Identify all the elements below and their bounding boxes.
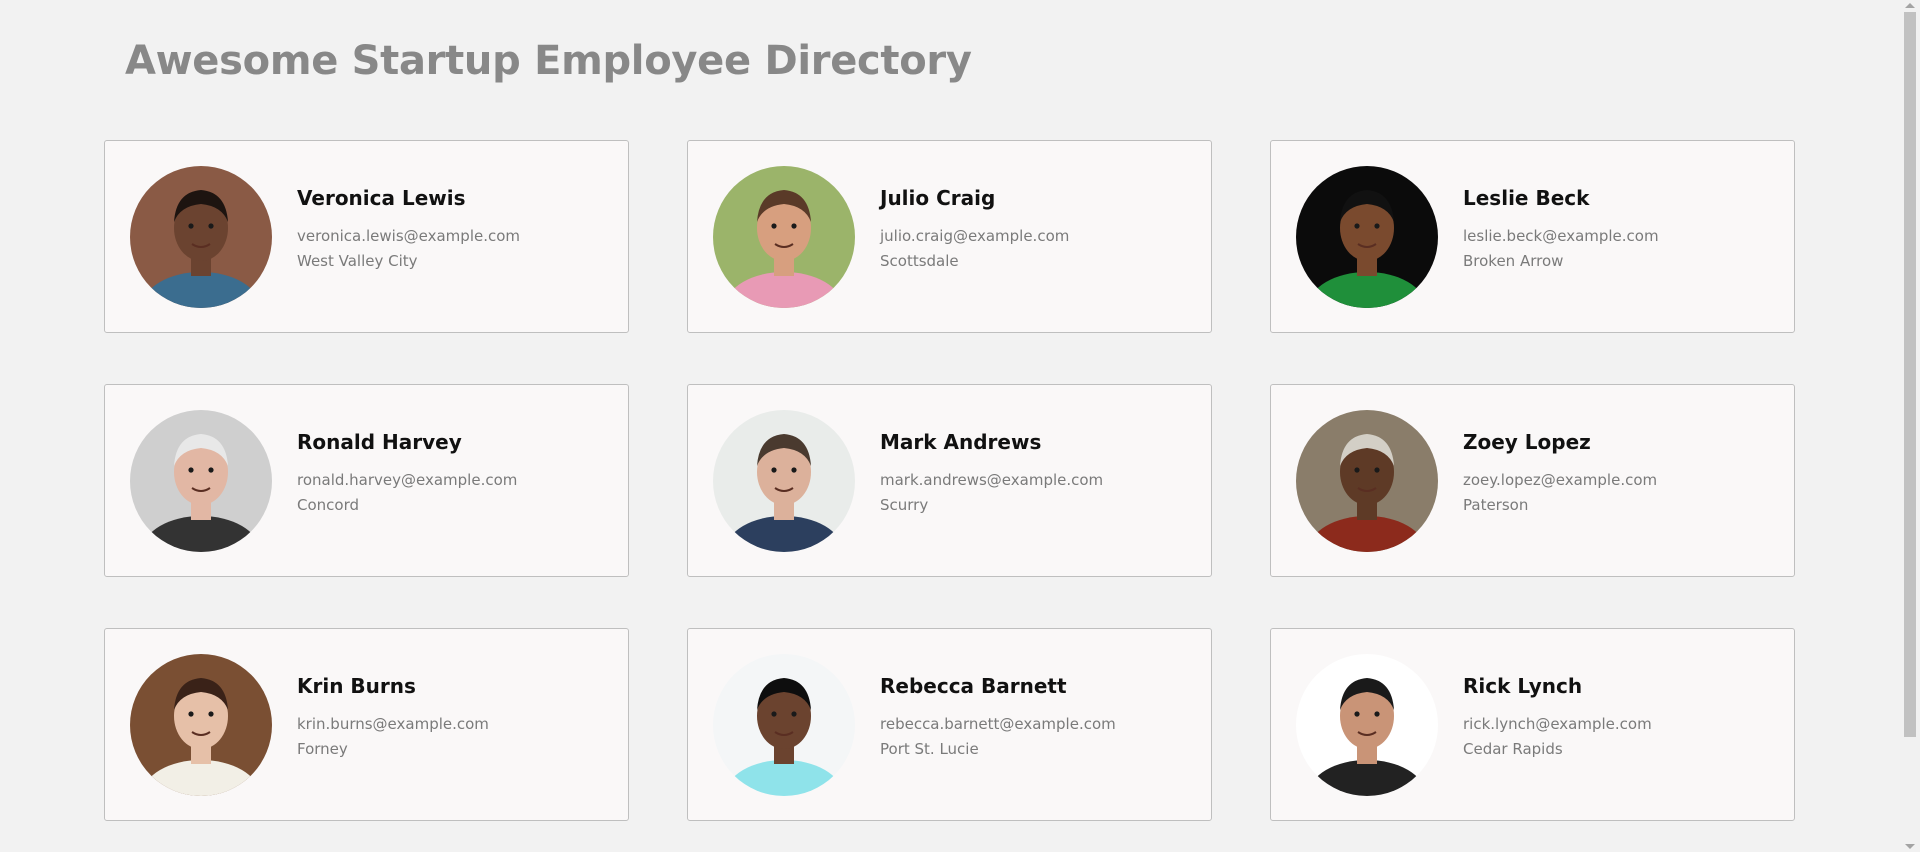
employee-info: Julio Craig julio.craig@example.com Scotts… — [880, 186, 1069, 274]
employee-info: Ronald Harvey ronald.harvey@example.com Co… — [297, 430, 517, 518]
employee-name: Mark Andrews — [880, 429, 1042, 454]
employee-city: Scurry — [880, 495, 929, 514]
employee-card[interactable]: Veronica Lewis veronica.lewis@example.com… — [104, 140, 629, 333]
employee-name: Zoey Lopez — [1463, 429, 1591, 454]
employee-name: Julio Craig — [880, 185, 996, 210]
employee-city: Cedar Rapids — [1463, 739, 1563, 758]
employee-avatar — [713, 409, 855, 552]
employee-name: Rick Lynch — [1463, 673, 1583, 698]
employee-city: West Valley City — [297, 251, 418, 270]
employee-email: rick.lynch@example.com — [1463, 714, 1652, 733]
employee-avatar — [1296, 653, 1438, 796]
employee-name: Veronica Lewis — [297, 185, 466, 210]
employee-avatar — [130, 653, 272, 796]
employee-email: veronica.lewis@example.com — [297, 226, 521, 245]
employee-card[interactable]: Leslie Beck leslie.beck@example.com Broken… — [1270, 140, 1795, 333]
employee-city: Concord — [297, 495, 360, 514]
scrollbar-thumb[interactable] — [1904, 12, 1916, 737]
employee-info: Mark Andrews mark.andrews@example.com Scur… — [880, 430, 1103, 518]
employee-name: Krin Burns — [297, 673, 416, 698]
scroll-up-arrow-icon[interactable] — [1905, 3, 1915, 8]
directory-page: Awesome Startup Employee Directory Veron… — [0, 0, 1920, 852]
employee-email: ronald.harvey@example.com — [297, 470, 518, 489]
employee-info: Krin Burns krin.burns@example.com Forney — [297, 674, 489, 762]
employee-email: julio.craig@example.com — [880, 226, 1070, 245]
employee-avatar — [130, 165, 272, 308]
employee-email: rebecca.barnett@example.com — [880, 714, 1116, 733]
employee-card[interactable]: Zoey Lopez zoey.lopez@example.com Paterson — [1270, 384, 1795, 577]
employee-card[interactable]: Krin Burns krin.burns@example.com Forney — [104, 628, 629, 821]
employee-card[interactable]: Rebecca Barnett rebecca.barnett@example.c… — [687, 628, 1212, 821]
employee-city: Paterson — [1463, 495, 1529, 514]
employee-email: zoey.lopez@example.com — [1463, 470, 1658, 489]
employee-info: Rick Lynch rick.lynch@example.com Cedar Ra… — [1463, 674, 1652, 762]
employee-info: Rebecca Barnett rebecca.barnett@example.c… — [880, 674, 1116, 762]
employee-card[interactable]: Julio Craig julio.craig@example.com Scotts… — [687, 140, 1212, 333]
employee-card[interactable]: Ronald Harvey ronald.harvey@example.com Co… — [104, 384, 629, 577]
employee-name: Ronald Harvey — [297, 429, 462, 454]
employee-avatar — [1296, 165, 1438, 308]
page-title: Awesome Startup Employee Directory — [125, 38, 972, 84]
employee-avatar — [1296, 409, 1438, 552]
employee-name: Leslie Beck — [1463, 185, 1590, 210]
page-header: Awesome Startup Employee Directory — [125, 38, 972, 84]
employee-city: Port St. Lucie — [880, 739, 979, 758]
employee-email: mark.andrews@example.com — [880, 470, 1104, 489]
employee-city: Scottsdale — [880, 251, 959, 270]
employee-card[interactable]: Rick Lynch rick.lynch@example.com Cedar Ra… — [1270, 628, 1795, 821]
employee-city: Broken Arrow — [1463, 251, 1564, 270]
employee-email: leslie.beck@example.com — [1463, 226, 1659, 245]
employee-info: Leslie Beck leslie.beck@example.com Broken… — [1463, 186, 1659, 274]
employee-avatar — [130, 409, 272, 552]
employee-avatar — [713, 165, 855, 308]
employee-card[interactable]: Mark Andrews mark.andrews@example.com Scur… — [687, 384, 1212, 577]
scroll-down-arrow-icon[interactable] — [1905, 844, 1915, 849]
employee-info: Zoey Lopez zoey.lopez@example.com Paterson — [1463, 430, 1657, 518]
employee-avatar — [713, 653, 855, 796]
employee-city: Forney — [297, 739, 348, 758]
employee-email: krin.burns@example.com — [297, 714, 489, 733]
employee-gallery: Veronica Lewis veronica.lewis@example.com… — [104, 140, 1796, 821]
employee-name: Rebecca Barnett — [880, 673, 1067, 698]
vertical-scrollbar[interactable] — [1900, 0, 1920, 852]
employee-info: Veronica Lewis veronica.lewis@example.com… — [297, 186, 520, 274]
